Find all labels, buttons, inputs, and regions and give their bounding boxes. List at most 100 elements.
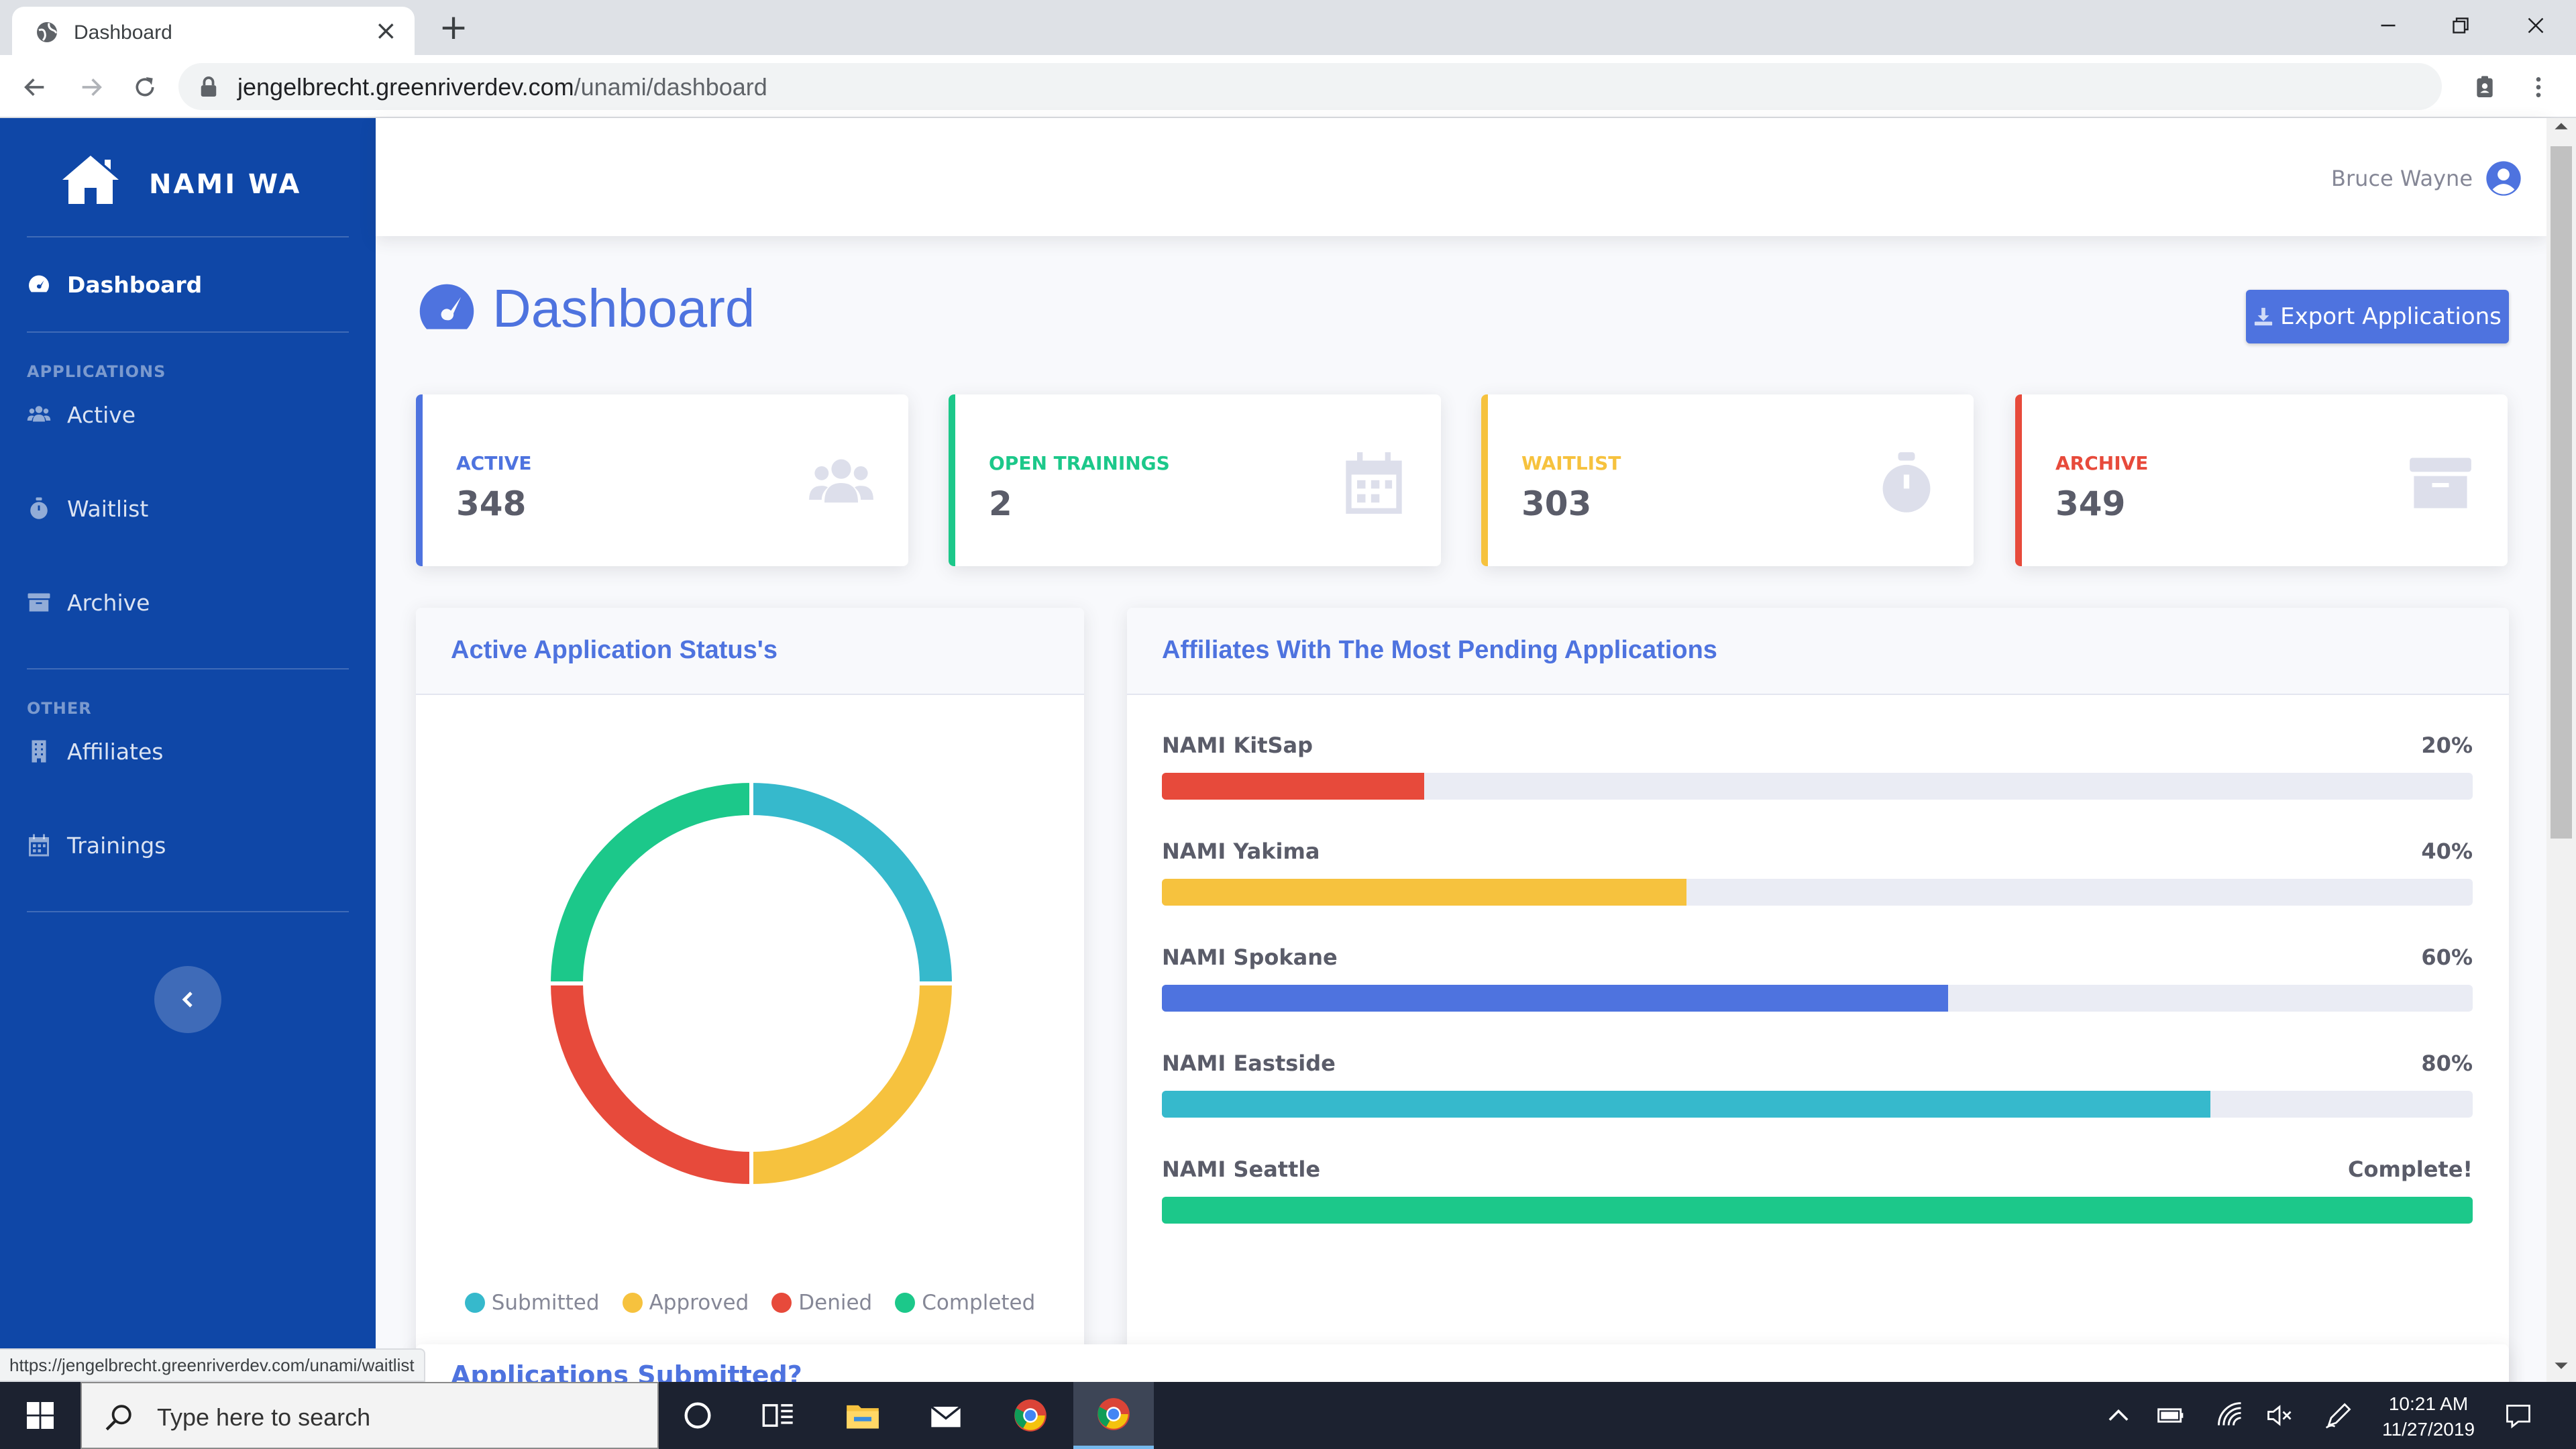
affiliate-name: NAMI Spokane [1162, 945, 1338, 970]
mail-icon [930, 1405, 961, 1428]
stat-card-waitlist[interactable]: WAITLIST 303 [1481, 394, 1974, 566]
sidebar-item-dashboard[interactable]: Dashboard [27, 264, 202, 305]
menu-kebab-icon[interactable] [2520, 68, 2557, 106]
archive-icon [2407, 449, 2474, 517]
battery-icon[interactable] [2156, 1401, 2186, 1430]
new-tab-button[interactable]: + [436, 8, 471, 47]
affiliate-name: NAMI Seattle [1162, 1157, 1321, 1182]
scroll-up-icon[interactable] [2553, 118, 2569, 134]
taskbar-search-box[interactable]: Type here to search [80, 1382, 659, 1449]
file-explorer-button[interactable] [822, 1382, 903, 1449]
sidebar-item-trainings[interactable]: Trainings [27, 825, 166, 865]
affiliate-percent: 20% [2421, 733, 2473, 758]
reload-button[interactable] [126, 68, 164, 106]
cortana-button[interactable] [657, 1382, 738, 1449]
close-window-button[interactable] [2496, 4, 2576, 47]
legend-item-approved[interactable]: Approved [622, 1291, 749, 1315]
progress-track [1162, 773, 2473, 800]
stat-accent-bar [1481, 394, 1488, 566]
stat-card-open-trainings[interactable]: OPEN TRAININGS 2 [949, 394, 1441, 566]
stat-value: 303 [1521, 484, 1592, 523]
mail-button[interactable] [906, 1382, 986, 1449]
export-applications-button[interactable]: Export Applications [2246, 290, 2509, 343]
globe-icon [37, 22, 57, 42]
affiliate-name: NAMI Eastside [1162, 1051, 1336, 1076]
chevron-up-icon[interactable] [2104, 1401, 2133, 1430]
users-icon [808, 449, 875, 517]
affiliate-row-seattle: NAMI Seattle Complete! [1162, 1157, 2473, 1250]
task-view-icon [762, 1404, 793, 1427]
chrome-taskbar-button-active[interactable] [1073, 1382, 1154, 1449]
progress-fill [1162, 1197, 2473, 1224]
minimize-button[interactable] [2348, 4, 2428, 47]
sidebar-item-label: Waitlist [67, 495, 149, 522]
user-menu[interactable]: Bruce Wayne [2331, 160, 2522, 197]
donut-segment-approved[interactable] [749, 981, 957, 1189]
pen-icon[interactable] [2324, 1401, 2353, 1430]
notification-icon[interactable] [2504, 1401, 2533, 1430]
legend-dot [895, 1293, 916, 1313]
sidebar-item-label: Archive [67, 589, 150, 616]
topbar: Bruce Wayne [376, 118, 2546, 236]
brand-link[interactable]: NAMI WA [0, 145, 376, 219]
taskbar-clock[interactable]: 10:21 AM 11/27/2019 [2368, 1391, 2489, 1442]
speaker-muted-icon[interactable] [2265, 1401, 2294, 1430]
legend-item-completed[interactable]: Completed [895, 1291, 1035, 1315]
chrome-icon [1097, 1397, 1130, 1430]
affiliate-percent: 40% [2421, 839, 2473, 864]
search-icon [105, 1405, 131, 1431]
sidebar-heading-other: OTHER [27, 699, 92, 718]
stat-value: 348 [456, 484, 527, 523]
page-scrollbar[interactable] [2546, 118, 2576, 1382]
chevron-left-icon [182, 991, 193, 1008]
sidebar-item-active[interactable]: Active [27, 394, 136, 435]
affiliate-percent: 60% [2421, 945, 2473, 970]
progress-track [1162, 879, 2473, 906]
wifi-icon[interactable] [2215, 1401, 2245, 1430]
progress-fill [1162, 1091, 2211, 1118]
donut-segment-denied[interactable] [546, 981, 753, 1189]
users-icon [27, 406, 51, 422]
export-button-label: Export Applications [2280, 303, 2502, 330]
sidebar-item-label: Affiliates [67, 738, 164, 765]
sidebar-item-archive[interactable]: Archive [27, 582, 150, 623]
scrollbar-thumb[interactable] [2551, 146, 2572, 839]
sidebar-item-label: Active [67, 401, 136, 428]
legend-dot [622, 1293, 643, 1313]
task-view-button[interactable] [738, 1382, 818, 1449]
sidebar-item-affiliates[interactable]: Affiliates [27, 731, 163, 771]
legend-item-denied[interactable]: Denied [771, 1291, 872, 1315]
chrome-taskbar-button[interactable] [990, 1382, 1071, 1449]
address-bar[interactable]: jengelbrecht.greenriverdev.com/unami/das… [178, 63, 2442, 110]
forward-button[interactable] [72, 68, 110, 106]
status-donut-chart[interactable] [543, 775, 959, 1191]
sidebar-item-label: Dashboard [67, 271, 203, 298]
restore-button[interactable] [2420, 4, 2501, 47]
donut-segment-completed[interactable] [546, 778, 753, 985]
folder-icon [847, 1405, 879, 1429]
legend-item-submitted[interactable]: Submitted [464, 1291, 600, 1315]
page-heading: Dashboard [416, 275, 755, 342]
stat-accent-bar [949, 394, 955, 566]
legend-dot [771, 1293, 792, 1313]
url-text: jengelbrecht.greenriverdev.com/unami/das… [237, 73, 767, 101]
progress-track [1162, 1197, 2473, 1224]
back-button[interactable] [16, 68, 54, 106]
scroll-down-icon[interactable] [2553, 1358, 2569, 1374]
stat-card-archive[interactable]: ARCHIVE 349 [2015, 394, 2508, 566]
donut-segment-submitted[interactable] [749, 778, 957, 985]
affiliate-name: NAMI Yakima [1162, 839, 1320, 864]
start-button[interactable] [0, 1382, 80, 1449]
sidebar-divider [27, 236, 349, 237]
stat-label: WAITLIST [1521, 452, 1621, 474]
sidebar-toggle-button[interactable] [154, 966, 221, 1033]
account-icon[interactable] [2466, 68, 2504, 106]
legend-label: Submitted [491, 1291, 600, 1315]
browser-tab[interactable]: Dashboard × [12, 7, 415, 55]
card-title: Active Application Status's [451, 636, 777, 664]
stat-card-active[interactable]: ACTIVE 348 [416, 394, 908, 566]
close-tab-icon[interactable]: × [374, 15, 397, 47]
sidebar-item-waitlist[interactable]: Waitlist [27, 488, 148, 529]
user-name: Bruce Wayne [2331, 166, 2473, 191]
brand-name: NAMI WA [149, 169, 302, 200]
